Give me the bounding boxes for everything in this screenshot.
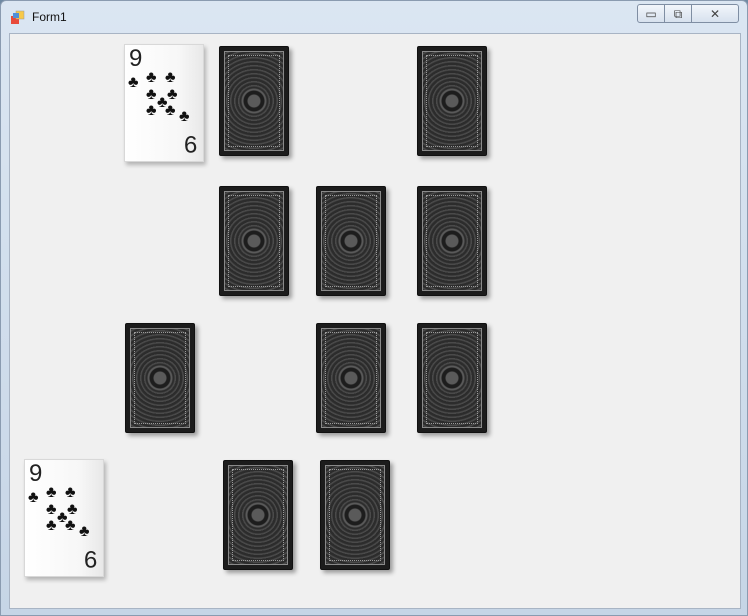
form-client-area: 9 ♣ ♣ ♣ ♣ ♣ ♣ ♣ ♣ ♣ 9 9 ♣ ♣ ♣ ♣ ♣ ♣ ♣ ♣ … <box>9 33 741 609</box>
card-face-down[interactable] <box>223 460 293 570</box>
close-button[interactable]: ✕ <box>691 4 739 23</box>
app-icon <box>11 10 25 24</box>
club-icon: ♣ <box>65 484 76 501</box>
window-title: Form1 <box>32 10 67 24</box>
club-icon: ♣ <box>46 484 57 501</box>
card-rank-inverted: 9 <box>183 130 197 157</box>
card-rank: 9 <box>29 460 43 487</box>
club-icon: ♣ <box>46 501 57 518</box>
minimize-icon: ▭ <box>645 7 657 21</box>
card-face-down[interactable] <box>316 186 386 296</box>
club-icon: ♣ <box>146 102 157 119</box>
club-icon: ♣ <box>128 74 139 91</box>
club-icon: ♣ <box>67 501 78 518</box>
title-bar[interactable]: Form1 ▭ ⧉ ✕ <box>1 1 747 33</box>
club-icon: ♣ <box>179 108 190 125</box>
card-rank: 9 <box>129 45 143 72</box>
card-face-down[interactable] <box>219 186 289 296</box>
close-icon: ✕ <box>709 7 721 21</box>
card-face-down[interactable] <box>320 460 390 570</box>
card-face-down[interactable] <box>417 323 487 433</box>
maximize-button[interactable]: ⧉ <box>664 4 692 23</box>
card-face-down[interactable] <box>417 186 487 296</box>
club-icon: ♣ <box>165 69 176 86</box>
restore-icon: ⧉ <box>673 7 683 21</box>
club-icon: ♣ <box>167 86 178 103</box>
card-face-up[interactable]: 9 ♣ ♣ ♣ ♣ ♣ ♣ ♣ ♣ ♣ 9 <box>124 44 204 162</box>
card-face-down[interactable] <box>417 46 487 156</box>
club-icon: ♣ <box>165 102 176 119</box>
club-icon: ♣ <box>28 489 39 506</box>
card-rank-inverted: 9 <box>83 545 97 572</box>
card-face-down[interactable] <box>316 323 386 433</box>
minimize-button[interactable]: ▭ <box>637 4 665 23</box>
card-face-down[interactable] <box>125 323 195 433</box>
club-icon: ♣ <box>146 86 157 103</box>
club-icon: ♣ <box>79 523 90 540</box>
form-window: Form1 ▭ ⧉ ✕ 9 ♣ ♣ ♣ ♣ ♣ ♣ ♣ ♣ ♣ 9 9 ♣ ♣ … <box>0 0 748 616</box>
card-face-up[interactable]: 9 ♣ ♣ ♣ ♣ ♣ ♣ ♣ ♣ ♣ 9 <box>24 459 104 577</box>
club-icon: ♣ <box>146 69 157 86</box>
club-icon: ♣ <box>46 517 57 534</box>
card-face-down[interactable] <box>219 46 289 156</box>
club-icon: ♣ <box>65 517 76 534</box>
